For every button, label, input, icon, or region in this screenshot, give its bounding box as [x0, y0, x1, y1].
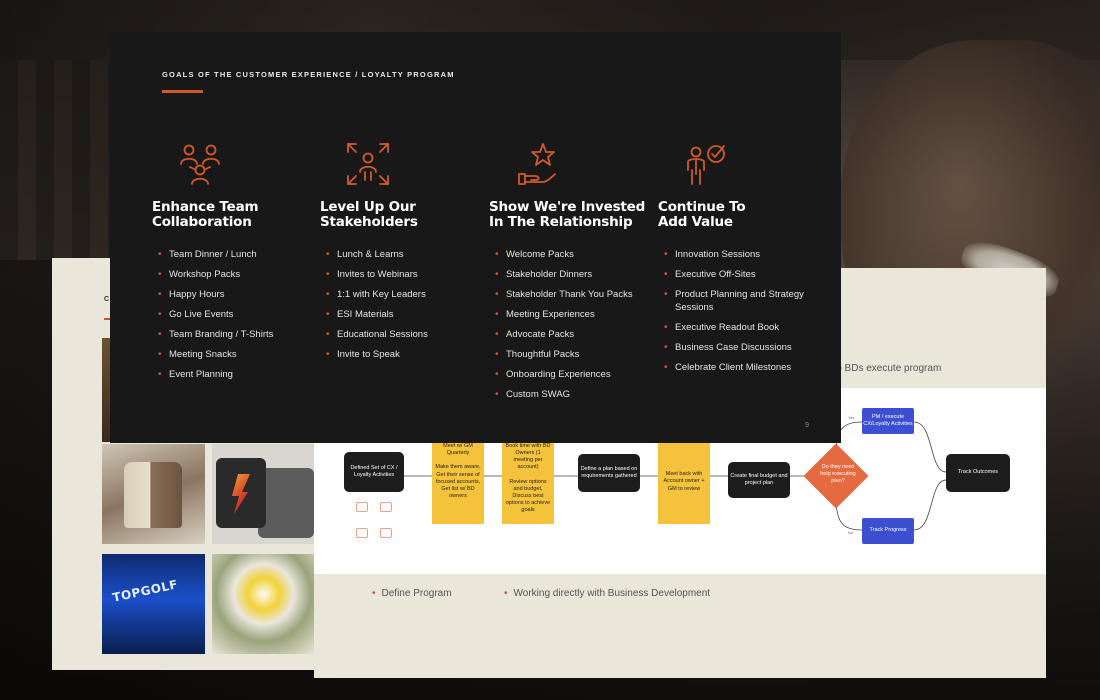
- list-item: Happy Hours: [152, 288, 322, 301]
- list-item: Workshop Packs: [152, 268, 322, 281]
- mini-icon: [380, 502, 392, 512]
- flow-define-plan-node: Define a plan based on requirements gath…: [578, 454, 640, 492]
- goal-item-list: Team Dinner / Lunch Workshop Packs Happy…: [152, 248, 322, 388]
- goal-title: Level Up Our Stakeholders: [320, 199, 418, 230]
- goal-title: Continue To Add Value: [658, 199, 746, 230]
- yes-label: Yes: [848, 415, 855, 420]
- flowers-photo: [212, 554, 315, 654]
- list-item: Executive Off-Sites: [658, 268, 828, 281]
- team-collaboration-icon: [180, 144, 220, 185]
- topgolf-photo: TOPGOLF: [102, 554, 205, 654]
- goal-item-list: Lunch & Learns Invites to Webinars 1:1 w…: [320, 248, 490, 368]
- list-item: Stakeholder Thank You Packs: [489, 288, 659, 301]
- list-item: Advocate Packs: [489, 328, 659, 341]
- list-item: Lunch & Learns: [320, 248, 490, 261]
- list-item: Invite to Speak: [320, 348, 490, 361]
- list-item: ESI Materials: [320, 308, 490, 321]
- list-item: Stakeholder Dinners: [489, 268, 659, 281]
- flow-track-outcomes-node: Track Outcomes: [946, 454, 1010, 492]
- list-item: Celebrate Client Milestones: [658, 361, 828, 374]
- bullet-working-with-bd: • Working directly with Business Developm…: [504, 588, 711, 599]
- flow-budget-node: Create final budget and project plan: [728, 462, 790, 498]
- mini-icon: [356, 502, 368, 512]
- tshirts-photo: [212, 444, 315, 544]
- mini-icon: [380, 528, 392, 538]
- list-item: Executive Readout Book: [658, 321, 828, 334]
- list-item: Educational Sessions: [320, 328, 490, 341]
- goal-title: Show We're Invested In The Relationship: [489, 199, 646, 230]
- hand-star-icon: [518, 143, 556, 185]
- list-item: 1:1 with Key Leaders: [320, 288, 490, 301]
- slide-subtitle-fragment: lp BDs execute program: [834, 363, 942, 374]
- list-item: Product Planning and Strategy Sessions: [658, 288, 828, 314]
- list-item: Innovation Sessions: [658, 248, 828, 261]
- list-item: Team Dinner / Lunch: [152, 248, 322, 261]
- goal-item-list: Innovation Sessions Executive Off-Sites …: [658, 248, 828, 381]
- leather-bag-photo: [102, 444, 205, 544]
- list-item: Team Branding / T-Shirts: [152, 328, 322, 341]
- goal-title: Enhance Team Collaboration: [152, 199, 259, 230]
- list-item: Invites to Webinars: [320, 268, 490, 281]
- decision-label: Do they need help executing plan?: [820, 464, 856, 484]
- list-item: Business Case Discussions: [658, 341, 828, 354]
- flow-start-node: Defined Set of CX / Loyalty Activities: [344, 452, 404, 492]
- flow-track-progress-node: Track Progress: [862, 518, 914, 544]
- goal-item-list: Welcome Packs Stakeholder Dinners Stakeh…: [489, 248, 659, 408]
- slide-goals: GOALS OF THE CUSTOMER EXPERIENCE / LOYAL…: [110, 32, 841, 443]
- slide-eyebrow: GOALS OF THE CUSTOMER EXPERIENCE / LOYAL…: [162, 70, 455, 79]
- mini-icon: [356, 528, 368, 538]
- list-item: Welcome Packs: [489, 248, 659, 261]
- list-item: Meeting Experiences: [489, 308, 659, 321]
- person-target-icon: [687, 145, 725, 185]
- level-up-stakeholder-icon: [347, 143, 389, 185]
- list-item: Event Planning: [152, 368, 322, 381]
- partial-photo: [102, 338, 110, 442]
- page-number: 9: [805, 422, 809, 429]
- flow-pm-execute-node: PM / execute CX/Loyalty Activities: [862, 408, 914, 434]
- list-item: Onboarding Experiences: [489, 368, 659, 381]
- list-item: Go Live Events: [152, 308, 322, 321]
- list-item: Custom SWAG: [489, 388, 659, 401]
- sticky-note-review: Meet back with Account owner + GM to rev…: [658, 440, 710, 524]
- sticky-note-meet-gm: Meet w/ GM Quarterly Make them aware, Ge…: [432, 440, 484, 524]
- eyebrow-accent-bar: [162, 90, 203, 93]
- list-item: Meeting Snacks: [152, 348, 322, 361]
- slide-heading-fragment: C: [104, 296, 110, 303]
- no-label: No: [848, 530, 854, 535]
- list-item: Thoughtful Packs: [489, 348, 659, 361]
- bullet-define-program: • Define Program: [372, 588, 452, 599]
- sticky-note-bd-owners: Book time with BD Owners (1 meeting per …: [502, 440, 554, 524]
